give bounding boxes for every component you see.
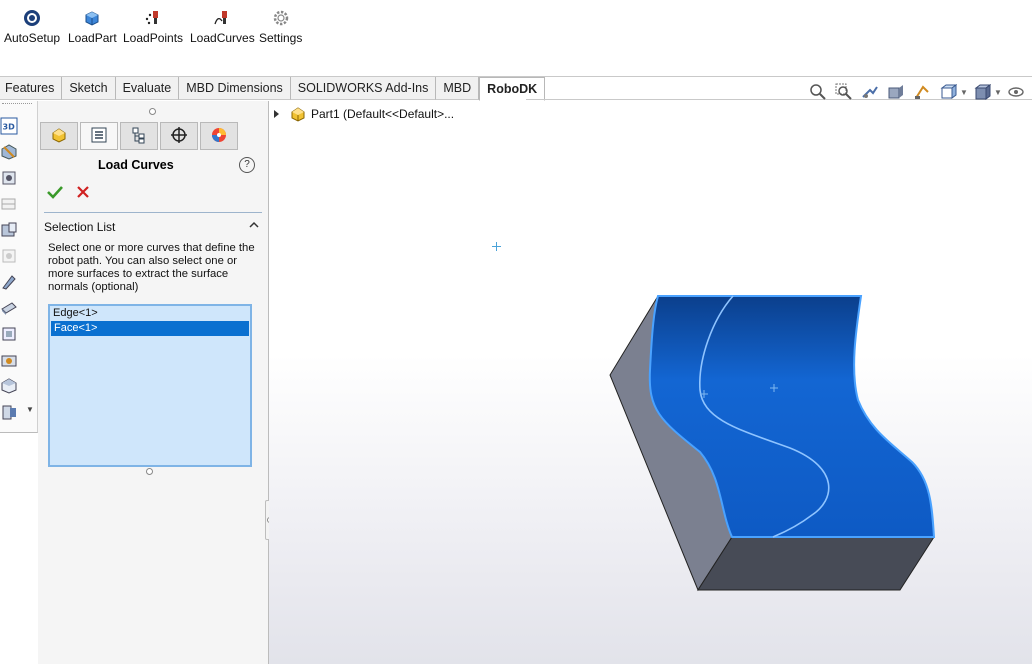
- surface-finish-icon[interactable]: [0, 221, 18, 239]
- weld-symbol-icon[interactable]: [0, 247, 18, 265]
- view-toolbar: ▼ ▼: [808, 82, 1026, 102]
- tab-solidworks-addins[interactable]: SOLIDWORKS Add-Ins: [290, 77, 437, 100]
- selection-list-title: Selection List: [44, 220, 116, 234]
- ok-button[interactable]: [46, 183, 64, 201]
- part-model[interactable]: [600, 290, 940, 595]
- selection-listbox[interactable]: Edge<1> Face<1>: [48, 304, 252, 467]
- load-curves-icon: [212, 8, 232, 28]
- command-toolbar: AutoSetup LoadPart LoadPoints LoadCurves…: [0, 0, 1032, 76]
- zoom-to-area-icon[interactable]: [834, 82, 854, 102]
- list-item[interactable]: Face<1>: [51, 321, 249, 336]
- selection-list-description: Select one or more curves that define th…: [48, 242, 255, 293]
- tab-dimxpertmanager[interactable]: [160, 122, 198, 150]
- section-view-icon[interactable]: [886, 82, 906, 102]
- loadcurves-button[interactable]: LoadCurves: [190, 8, 255, 45]
- tab-featuremanager[interactable]: [40, 122, 78, 150]
- flyout-tree-part[interactable]: Part1 (Default<<Default>...: [274, 105, 454, 123]
- robodk-autosetup-icon: [22, 8, 42, 28]
- feature-manager-strip: 3D ▼: [0, 101, 38, 433]
- geometric-tolerance-icon[interactable]: [0, 195, 18, 213]
- loadcurves-label: LoadCurves: [190, 31, 255, 45]
- chevron-down-icon[interactable]: ▼: [994, 88, 1002, 97]
- tab-sketch[interactable]: Sketch: [62, 77, 116, 100]
- origin-crosshair-icon: [492, 240, 501, 251]
- tab-evaluate[interactable]: Evaluate: [115, 77, 180, 100]
- note-icon[interactable]: [0, 299, 18, 317]
- tab-configurationmanager[interactable]: [120, 122, 158, 150]
- tab-features[interactable]: Features: [0, 77, 63, 100]
- tab-mbd[interactable]: MBD: [436, 77, 480, 100]
- listbox-resize-handle[interactable]: [146, 468, 153, 475]
- chevron-down-icon[interactable]: ▼: [960, 88, 968, 97]
- expand-arrow-icon[interactable]: [274, 110, 279, 118]
- smart-dimension-icon[interactable]: [0, 143, 18, 161]
- check-icon: [46, 186, 64, 204]
- loadpoints-button[interactable]: LoadPoints: [123, 8, 183, 45]
- 3d-view-icon[interactable]: 3D: [0, 117, 18, 135]
- tab-propertymanager[interactable]: [80, 122, 118, 150]
- loadpart-button[interactable]: LoadPart: [68, 8, 117, 45]
- previous-view-icon[interactable]: [860, 82, 880, 102]
- gear-icon: [271, 8, 291, 28]
- cancel-button[interactable]: [74, 183, 92, 201]
- help-icon[interactable]: ?: [239, 157, 255, 173]
- property-manager: Load Curves ? Selection List Select one …: [38, 101, 268, 664]
- zoom-to-fit-icon[interactable]: [808, 82, 828, 102]
- page-title: Load Curves: [98, 158, 174, 172]
- display-style-icon[interactable]: [972, 82, 992, 102]
- list-item[interactable]: Edge<1>: [50, 306, 250, 321]
- datum-icon[interactable]: [0, 169, 18, 187]
- load-points-icon: [143, 8, 163, 28]
- svg-text:3D: 3D: [3, 123, 16, 132]
- table-icon[interactable]: [0, 325, 18, 343]
- manager-tabs: [40, 122, 240, 150]
- publish-icon[interactable]: [0, 403, 18, 421]
- settings-label: Settings: [259, 31, 303, 45]
- dynamic-annotation-icon[interactable]: [912, 82, 932, 102]
- panel-resize-handle[interactable]: [149, 108, 156, 115]
- chevron-down-icon[interactable]: ▼: [26, 405, 34, 414]
- part-icon: [289, 105, 307, 123]
- tab-robodk[interactable]: RoboDK: [479, 77, 546, 101]
- view-orientation-icon[interactable]: [938, 82, 958, 102]
- loadpart-label: LoadPart: [68, 31, 117, 45]
- autosetup-label: AutoSetup: [4, 31, 61, 45]
- autosetup-button[interactable]: AutoSetup: [4, 8, 60, 45]
- appearance-icon: [210, 126, 228, 147]
- hide-show-items-icon[interactable]: [1006, 82, 1026, 102]
- crosshair-icon: [170, 126, 188, 147]
- hole-callout-icon[interactable]: [0, 273, 18, 291]
- tab-displaymanager[interactable]: [200, 122, 238, 150]
- chevron-up-icon[interactable]: [248, 219, 260, 231]
- close-icon: [74, 186, 92, 204]
- settings-button[interactable]: Settings: [259, 8, 302, 45]
- part-tree-icon: [50, 126, 68, 147]
- capture-3d-view-icon[interactable]: [0, 351, 18, 369]
- loadpoints-label: LoadPoints: [123, 31, 184, 45]
- section-view-icon[interactable]: [0, 377, 18, 395]
- selection-list-header[interactable]: Selection List: [44, 212, 262, 234]
- configuration-icon: [130, 126, 148, 147]
- part-name: Part1 (Default<<Default>...: [311, 107, 455, 121]
- list-icon: [90, 126, 108, 147]
- tab-mbd-dimensions[interactable]: MBD Dimensions: [179, 77, 291, 100]
- load-part-icon: [82, 8, 102, 28]
